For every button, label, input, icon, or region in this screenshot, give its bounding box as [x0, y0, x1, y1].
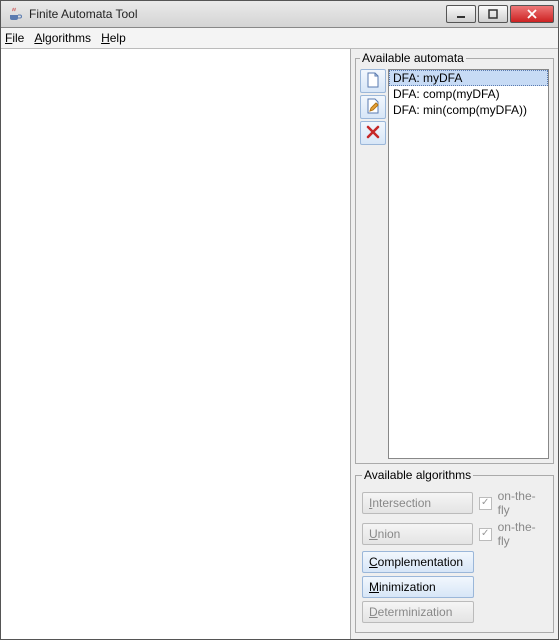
union-on-the-fly-label: on-the-fly [498, 520, 547, 548]
menu-help[interactable]: Help [101, 31, 126, 45]
menubar: File Algorithms Help [1, 28, 558, 49]
application-window: Finite Automata Tool File Algorithms Hel… [0, 0, 559, 640]
determinization-button: Determinization [362, 601, 474, 623]
titlebar[interactable]: Finite Automata Tool [1, 1, 558, 28]
document-icon [366, 72, 380, 91]
edit-icon [366, 98, 380, 117]
available-algorithms-wrapper: Available algorithms Intersection ✓ on-t… [355, 468, 554, 633]
intersection-on-the-fly-checkbox: ✓ [479, 497, 492, 510]
window-buttons [446, 5, 554, 23]
intersection-button: Intersection [362, 492, 473, 514]
available-algorithms-panel: Available algorithms Intersection ✓ on-t… [355, 468, 554, 633]
intersection-on-the-fly-label: on-the-fly [498, 489, 547, 517]
minimize-button[interactable] [446, 5, 476, 23]
java-icon [7, 6, 23, 22]
list-item[interactable]: DFA: min(comp(myDFA)) [389, 102, 548, 118]
union-on-the-fly-checkbox: ✓ [479, 528, 492, 541]
complementation-button[interactable]: Complementation [362, 551, 474, 573]
window-title: Finite Automata Tool [29, 7, 446, 21]
union-button: Union [362, 523, 473, 545]
automata-list[interactable]: DFA: myDFA DFA: comp(myDFA) DFA: min(com… [388, 69, 549, 459]
right-panel: Available automata DFA: [350, 49, 558, 639]
canvas-area [1, 49, 350, 639]
automata-toolbar [360, 69, 386, 459]
client-area: Available automata DFA: [1, 49, 558, 639]
available-algorithms-legend: Available algorithms [362, 468, 473, 482]
minimization-button[interactable]: Minimization [362, 576, 474, 598]
list-item[interactable]: DFA: comp(myDFA) [389, 86, 548, 102]
available-automata-legend: Available automata [360, 51, 466, 65]
list-item[interactable]: DFA: myDFA [389, 70, 548, 86]
menu-file[interactable]: File [5, 31, 24, 45]
maximize-button[interactable] [478, 5, 508, 23]
available-automata-panel: Available automata DFA: [355, 51, 554, 464]
edit-automaton-button[interactable] [360, 95, 386, 119]
close-button[interactable] [510, 5, 554, 23]
menu-algorithms[interactable]: Algorithms [34, 31, 91, 45]
new-automaton-button[interactable] [360, 69, 386, 93]
delete-icon [366, 125, 380, 142]
delete-automaton-button[interactable] [360, 121, 386, 145]
